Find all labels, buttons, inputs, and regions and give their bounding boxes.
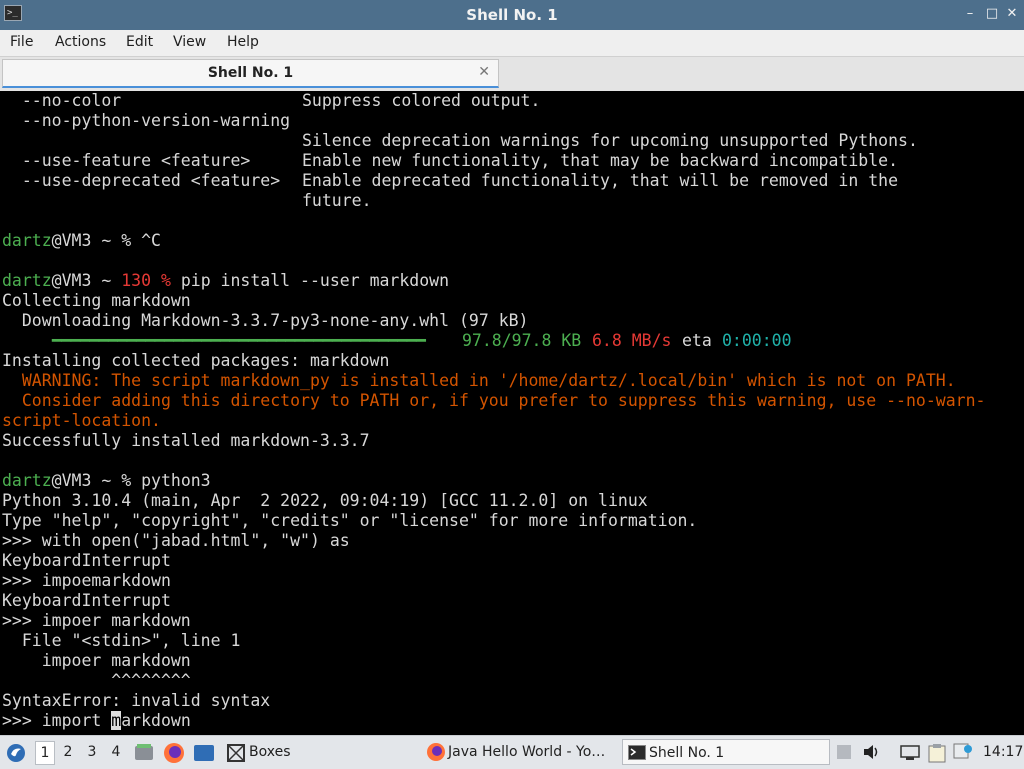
minimize-button[interactable]: – xyxy=(962,6,978,22)
prompt-host: @VM3 ~ xyxy=(51,271,122,290)
command-text: pip install --user markdown xyxy=(170,271,450,290)
workspace-2[interactable]: 2 xyxy=(59,744,77,760)
input-line-suffix: arkdown xyxy=(121,711,191,730)
progress-eta: 0:00:00 xyxy=(722,331,792,350)
option-name: --no-color xyxy=(2,91,122,110)
progress-speed: 6.8 MB/s xyxy=(592,331,672,350)
prompt-user: dartz xyxy=(2,231,52,250)
task-shell[interactable]: Shell No. 1 xyxy=(622,739,830,765)
output-line: Python 3.10.4 (main, Apr 2 2022, 09:04:1… xyxy=(2,491,648,510)
task-label: Java Hello World - Yo… xyxy=(448,744,606,760)
network-icon[interactable] xyxy=(900,745,920,761)
output-line: Installing collected packages: markdown xyxy=(2,351,390,370)
menu-actions[interactable]: Actions xyxy=(55,34,106,50)
firefox-icon[interactable] xyxy=(163,742,185,764)
progress-size: 97.8/97.8 KB xyxy=(462,331,582,350)
menu-view[interactable]: View xyxy=(173,34,206,50)
taskbar: 1 2 3 4 Boxes Java Hello World - Yo… She… xyxy=(0,735,1024,769)
progress-eta-label: eta xyxy=(682,331,712,350)
menu-help[interactable]: Help xyxy=(227,34,259,50)
warning-line: Consider adding this directory to PATH o… xyxy=(2,391,986,410)
option-desc: Enable deprecated functionality, that wi… xyxy=(302,171,899,190)
task-label: Shell No. 1 xyxy=(649,745,725,761)
output-line: ^^^^^^^^ xyxy=(2,671,191,690)
input-line-prefix: >>> import xyxy=(2,711,112,730)
file-manager-icon[interactable] xyxy=(134,743,154,761)
output-line: KeyboardInterrupt xyxy=(2,551,171,570)
prompt-host: @VM3 ~ % xyxy=(51,471,142,490)
warning-line: WARNING: The script markdown_py is insta… xyxy=(2,371,956,390)
clipboard-icon[interactable] xyxy=(928,743,946,763)
output-line: Successfully installed markdown-3.3.7 xyxy=(2,431,370,450)
workspace-3[interactable]: 3 xyxy=(83,744,101,760)
terminal-icon xyxy=(628,745,646,760)
prompt-host: @VM3 ~ % xyxy=(51,231,142,250)
option-desc: future. xyxy=(302,191,372,210)
command-text: python3 xyxy=(141,471,211,490)
option-desc: Enable new functionality, that may be ba… xyxy=(302,151,899,170)
start-menu-icon[interactable] xyxy=(5,743,27,763)
output-line: >>> impoer markdown xyxy=(2,611,191,630)
boxes-icon[interactable] xyxy=(226,743,246,763)
output-line: impoer markdown xyxy=(2,651,191,670)
output-line: >>> with open("jabad.html", "w") as xyxy=(2,531,350,550)
task-firefox[interactable]: Java Hello World - Yo… xyxy=(422,739,618,765)
notifications-icon[interactable] xyxy=(836,744,852,760)
show-desktop-icon[interactable] xyxy=(193,744,215,762)
text-cursor: m xyxy=(111,711,122,730)
firefox-icon xyxy=(427,743,445,761)
output-line: Downloading Markdown-3.3.7-py3-none-any.… xyxy=(2,311,529,330)
maximize-button[interactable]: □ xyxy=(984,6,1000,22)
window-title: Shell No. 1 xyxy=(466,6,558,24)
clock[interactable]: 14:17 xyxy=(983,744,1023,760)
tab-label: Shell No. 1 xyxy=(207,65,294,81)
option-name: --no-python-version-warning xyxy=(2,111,291,130)
output-line: >>> impoemarkdown xyxy=(2,571,171,590)
update-notifier-icon[interactable] xyxy=(953,743,973,761)
window-titlebar[interactable]: >_ Shell No. 1 – □ ✕ xyxy=(0,0,1024,30)
tab-shell-1[interactable]: Shell No. 1 ✕ xyxy=(2,59,499,88)
menu-edit[interactable]: Edit xyxy=(126,34,153,50)
tab-bar: Shell No. 1 ✕ xyxy=(0,57,1024,91)
close-button[interactable]: ✕ xyxy=(1004,6,1020,22)
progress-bar: ━━━━━━━━━━━━━━━━━━━━━━━━━━━━━━━━━━━━━━━━ xyxy=(52,331,426,350)
prompt-user: dartz xyxy=(2,471,52,490)
option-name: --use-feature <feature> xyxy=(2,151,251,170)
workspace-4[interactable]: 4 xyxy=(107,744,125,760)
output-line: Collecting markdown xyxy=(2,291,191,310)
menu-bar: File Actions Edit View Help xyxy=(0,30,1024,57)
prompt-user: dartz xyxy=(2,271,52,290)
option-desc: Suppress colored output. xyxy=(302,91,541,110)
option-name: --use-deprecated <feature> xyxy=(2,171,281,190)
exit-code: 130 % xyxy=(121,271,171,290)
volume-icon[interactable] xyxy=(863,744,881,760)
boxes-label[interactable]: Boxes xyxy=(249,744,291,760)
output-line: File "<stdin>", line 1 xyxy=(2,631,241,650)
output-line: SyntaxError: invalid syntax xyxy=(2,691,271,710)
output-line: KeyboardInterrupt xyxy=(2,591,171,610)
warning-line: script-location. xyxy=(2,411,161,430)
terminal-output[interactable]: --no-color Suppress colored output. --no-… xyxy=(0,91,1024,735)
workspace-1[interactable]: 1 xyxy=(35,741,55,765)
output-line: Type "help", "copyright", "credits" or "… xyxy=(2,511,698,530)
tab-close-icon[interactable]: ✕ xyxy=(478,64,490,80)
command-text: ^C xyxy=(141,231,161,250)
menu-file[interactable]: File xyxy=(10,34,33,50)
option-desc: Silence deprecation warnings for upcomin… xyxy=(302,131,918,150)
